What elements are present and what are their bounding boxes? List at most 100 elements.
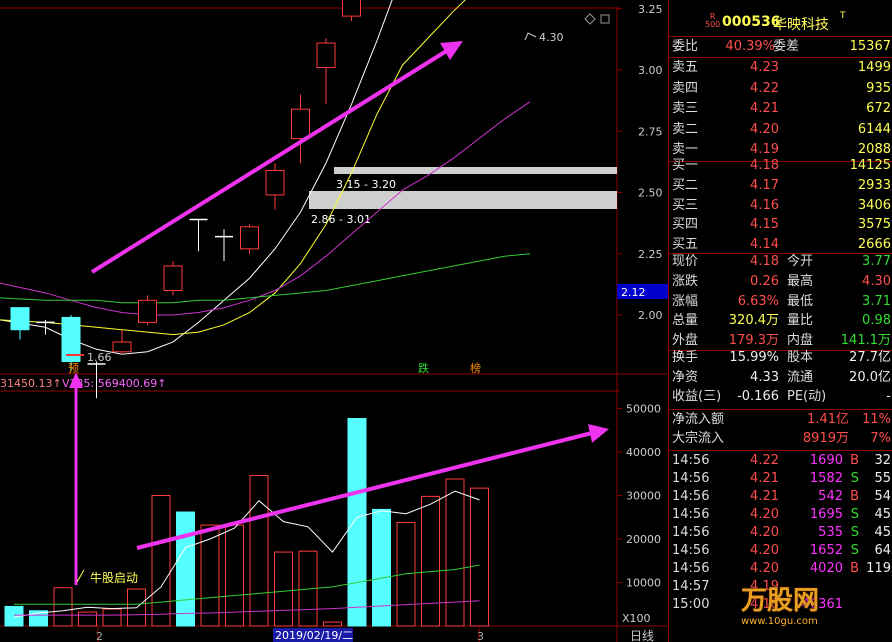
trade-count: 119 <box>866 561 891 576</box>
volume-tick-label: 20000 <box>626 533 661 546</box>
trade-price: 4.20 <box>750 543 779 558</box>
marker-bang[interactable]: 榜 <box>470 361 481 375</box>
info-value: 15.99% <box>729 350 779 365</box>
trade-price: 4.21 <box>750 489 779 504</box>
trade-side: S <box>850 471 859 486</box>
divider <box>669 57 892 58</box>
chart-collapse-icon[interactable] <box>600 14 610 24</box>
gap-upper-label: 3.15 - 3.20 <box>336 178 396 191</box>
info-label: 股本 <box>787 350 814 365</box>
chart-settings-icon[interactable] <box>584 13 596 25</box>
stock-name[interactable]: 华映科技 <box>773 14 829 34</box>
trade-side: B <box>850 489 859 504</box>
stat-label: 涨跌 <box>672 273 699 289</box>
trade-side: S <box>850 525 859 540</box>
stat-value: 3.77 <box>862 254 891 269</box>
volume-unit: X100 <box>622 612 651 625</box>
current-price-tag-text: 2.12 <box>621 286 646 299</box>
candle <box>291 94 310 164</box>
trade-time: 14:56 <box>672 471 710 486</box>
trade-volume: 1695 <box>809 507 843 522</box>
candle <box>112 329 132 355</box>
stat-value: 0.26 <box>750 273 779 289</box>
trade-time: 14:56 <box>672 507 710 522</box>
stat-row: 外盘 179.3万 内盘 141.1万 <box>669 332 892 350</box>
stat-value: 141.1万 <box>840 333 891 349</box>
ask-price: 4.22 <box>750 80 779 96</box>
candle <box>316 38 336 105</box>
bid-row: 买三 4.16 3406 <box>669 197 892 215</box>
trade-row: 14:56 4.20 535 S 45 <box>669 524 892 542</box>
stat-value: 4.30 <box>862 273 891 289</box>
marker-yu[interactable]: 预 <box>68 362 79 375</box>
volume-ma1-label: 31450.13↑ <box>0 377 62 390</box>
stat-value: 4.18 <box>750 254 779 269</box>
trade-price: 4.20 <box>750 525 779 540</box>
trade-time: 14:56 <box>672 543 710 558</box>
stock-badge: R 500 <box>705 12 721 29</box>
trade-time: 14:56 <box>672 525 710 540</box>
stat-value: 0.98 <box>862 313 891 329</box>
price-tick-label: 2.50 <box>638 187 663 200</box>
trade-time: 14:56 <box>672 453 710 468</box>
stat-value: 3.71 <box>862 293 891 309</box>
stat-row: 涨幅 6.63% 最低 3.71 <box>669 293 892 311</box>
info-row: 收益(三) -0.166 PE(动) - <box>669 388 892 406</box>
volume-bar <box>102 608 122 627</box>
kline-chart[interactable]: 3.15 - 3.20 2.86 - 3.01 4.003.753.503.25… <box>0 0 668 642</box>
trade-count: 45 <box>874 525 891 540</box>
info-label: 换手 <box>672 350 699 365</box>
ask-label: 卖五 <box>672 60 699 75</box>
volume-bar <box>78 611 97 627</box>
stock-suffix: T <box>840 11 846 21</box>
candle <box>342 0 361 21</box>
quote-panel: R 500 000536 华映科技 T 委比 40.39% 委差 15367 卖五 4.23… <box>668 0 892 642</box>
info-value: - <box>886 389 891 404</box>
info-row: 净资 4.33 流通 20.0亿 <box>669 369 892 387</box>
trade-side: B <box>850 561 859 576</box>
trade-row: 14:56 4.20 4020 B 119 <box>669 560 892 578</box>
bid-label: 买四 <box>672 217 699 233</box>
gap-zone-upper <box>334 167 617 174</box>
ask-label: 卖四 <box>672 80 699 96</box>
ask-volume: 935 <box>866 80 891 96</box>
trade-time: 14:56 <box>672 561 710 576</box>
stat-row: 现价 4.18 今开 3.77 <box>669 253 892 271</box>
trend-arrow-price <box>90 41 463 274</box>
volume-bar <box>274 551 293 627</box>
trade-volume: 1582 <box>809 471 843 486</box>
ask-label: 卖二 <box>672 121 699 137</box>
trade-side: B <box>850 453 859 468</box>
stat-label: 最低 <box>787 293 814 309</box>
stat-value: 179.3万 <box>728 333 779 349</box>
ask-price: 4.20 <box>750 121 779 137</box>
bid-label: 买三 <box>672 197 699 213</box>
bid-row: 买二 4.17 2933 <box>669 177 892 195</box>
watermark-url: www.10gu.com <box>741 616 818 627</box>
volume-tick-label: 50000 <box>626 403 661 416</box>
volume-bar <box>421 495 440 627</box>
ask-row: 卖四 4.22 935 <box>669 80 892 98</box>
date-axis-left: 2 <box>96 630 103 642</box>
period-label[interactable]: 日线 <box>630 629 654 642</box>
date-axis-cursor: 2019/02/19/二 <box>275 629 353 642</box>
flow-value: 1.41亿 <box>807 412 849 427</box>
price-axis: 4.003.753.503.253.002.752.502.252.00 <box>617 3 663 322</box>
high-price-label: 4.30 <box>539 31 564 44</box>
ask-volume: 1499 <box>857 60 891 75</box>
bid-label: 买五 <box>672 237 699 253</box>
trade-price: 4.20 <box>750 561 779 576</box>
trade-time: 15:00 <box>672 597 710 612</box>
bid-volume: 2933 <box>857 177 891 193</box>
marker-die[interactable]: 跌 <box>418 361 429 375</box>
trade-volume: 542 <box>818 489 843 504</box>
stock-code[interactable]: 000536 <box>722 14 780 30</box>
stat-label: 最高 <box>787 273 814 289</box>
bid-volume: 2666 <box>857 237 891 253</box>
volume-bar <box>347 418 367 627</box>
trade-time: 14:57 <box>672 579 710 594</box>
trade-side: S <box>850 507 859 522</box>
gap-lower-label: 2.86 - 3.01 <box>311 213 371 226</box>
trade-row: 14:56 4.22 1690 B 32 <box>669 452 892 470</box>
bid-price: 4.15 <box>750 217 779 233</box>
